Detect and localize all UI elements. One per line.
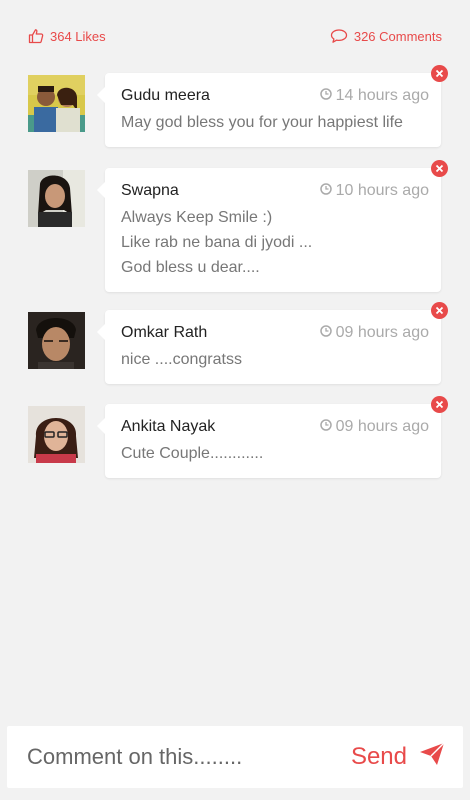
commenter-name[interactable]: Swapna <box>121 182 179 200</box>
comment-time: 09 hours ago <box>319 418 429 436</box>
thumbs-up-icon <box>28 28 44 44</box>
send-label: Send <box>350 743 407 770</box>
send-button[interactable]: Send <box>351 742 445 773</box>
comment-composer: Send <box>7 726 463 788</box>
comment-time: 14 hours ago <box>319 87 429 105</box>
comment-bubble: Ankita Nayak 09 hours ago Cute Couple...… <box>97 396 448 478</box>
clock-icon <box>319 418 332 436</box>
commenter-name[interactable]: Gudu meera <box>121 87 210 105</box>
comments-count: 326 Comments <box>353 28 442 44</box>
comment-time: 09 hours ago <box>319 324 429 342</box>
close-icon <box>435 396 444 414</box>
delete-comment-button[interactable] <box>431 65 448 82</box>
comment-text: Always Keep Smile :) <box>121 209 273 226</box>
stats-bar: 364 Likes 326 Comments <box>28 24 442 48</box>
avatar[interactable] <box>28 312 85 369</box>
commenter-name[interactable]: Ankita Nayak <box>121 418 215 436</box>
paper-plane-icon <box>419 742 445 773</box>
time-text: 09 hours ago <box>335 324 429 341</box>
comment-text: May god bless you for your happiest life <box>121 114 403 131</box>
comment-bubble: Gudu meera 14 hours ago May god bless yo… <box>97 65 448 147</box>
comment-text: God bless u dear.... <box>121 259 260 276</box>
speech-bubble-icon <box>330 28 348 44</box>
close-icon <box>435 65 444 83</box>
commenter-name[interactable]: Omkar Rath <box>121 324 207 342</box>
comments-button[interactable]: 326 Comments <box>330 28 442 44</box>
delete-comment-button[interactable] <box>431 396 448 413</box>
delete-comment-button[interactable] <box>431 160 448 177</box>
comment-text: nice ....congratss <box>121 351 242 368</box>
clock-icon <box>319 182 332 200</box>
likes-count: 364 Likes <box>50 28 106 44</box>
comment-bubble: Omkar Rath 09 hours ago nice ....congrat… <box>97 302 448 384</box>
time-text: 14 hours ago <box>335 87 429 104</box>
comment-text: Like rab ne bana di jyodi ... <box>121 234 313 251</box>
likes-button[interactable]: 364 Likes <box>28 28 106 44</box>
comment-bubble: Swapna 10 hours ago Always Keep Smile :)… <box>97 160 448 292</box>
time-text: 10 hours ago <box>335 182 429 199</box>
clock-icon <box>319 87 332 105</box>
avatar[interactable] <box>28 406 85 463</box>
comment-text: Cute Couple............ <box>121 445 264 462</box>
clock-icon <box>319 324 332 342</box>
comment-time: 10 hours ago <box>319 182 429 200</box>
avatar[interactable] <box>28 170 85 227</box>
comment-input[interactable] <box>27 744 351 770</box>
avatar[interactable] <box>28 75 85 132</box>
time-text: 09 hours ago <box>335 418 429 435</box>
close-icon <box>435 302 444 320</box>
delete-comment-button[interactable] <box>431 302 448 319</box>
close-icon <box>435 160 444 178</box>
